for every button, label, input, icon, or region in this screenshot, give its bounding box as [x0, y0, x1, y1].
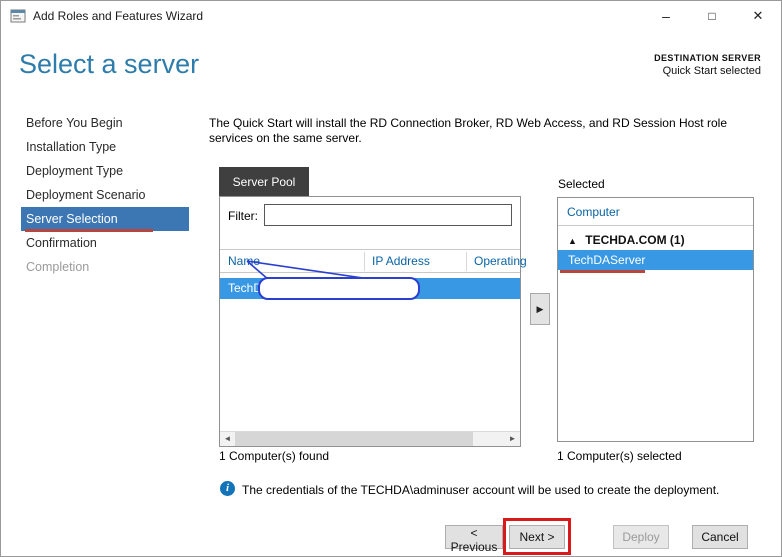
selected-server-row[interactable]: TechDAServer	[558, 250, 753, 270]
sidebar-item-deployment-scenario[interactable]: Deployment Scenario	[21, 183, 189, 207]
scrollbar-thumb[interactable]	[235, 432, 473, 446]
scroll-left-icon[interactable]: ◄	[220, 432, 235, 446]
selected-pane-label: Selected	[558, 177, 605, 191]
window-title: Add Roles and Features Wizard	[33, 9, 204, 23]
sidebar-item-confirmation[interactable]: Confirmation	[21, 231, 189, 255]
sidebar-item-server-selection[interactable]: Server Selection	[21, 207, 189, 231]
previous-button[interactable]: < Previous	[445, 525, 503, 554]
cancel-button[interactable]: Cancel	[692, 525, 748, 549]
sidebar-item-deployment-type[interactable]: Deployment Type	[21, 159, 189, 183]
column-separator	[466, 252, 467, 271]
column-header-ip-address[interactable]: IP Address	[372, 254, 430, 268]
sidebar-item-installation-type[interactable]: Installation Type	[21, 135, 189, 159]
page-title: Select a server	[19, 49, 200, 79]
filter-label: Filter:	[228, 209, 258, 223]
title-bar: Add Roles and Features Wizard – □ ✕	[1, 1, 781, 31]
close-icon[interactable]: ✕	[735, 1, 781, 31]
destination-server-value: Quick Start selected	[662, 65, 761, 77]
tree-group-label: TECHDA.COM (1)	[585, 233, 685, 247]
divider	[558, 225, 753, 226]
info-icon: i	[220, 481, 235, 496]
table-row-server[interactable]: TechDASe	[220, 278, 520, 299]
wizard-window-icon	[10, 8, 26, 24]
computers-found-text: 1 Computer(s) found	[219, 449, 330, 463]
right-arrow-icon: ▶	[536, 303, 544, 314]
wizard-window: Add Roles and Features Wizard – □ ✕ Sele…	[0, 0, 782, 557]
sidebar-item-completion: Completion	[26, 260, 90, 274]
deploy-button: Deploy	[613, 525, 669, 549]
minimize-icon[interactable]: –	[643, 1, 689, 31]
horizontal-scrollbar[interactable]: ◄ ►	[220, 431, 520, 446]
selected-computers-panel: Computer ▲ TECHDA.COM (1) TechDAServer	[557, 197, 754, 442]
column-header-name[interactable]: Name	[228, 254, 260, 268]
column-header-operating-system[interactable]: Operating	[474, 254, 527, 268]
tree-group-techda-com[interactable]: ▲ TECHDA.COM (1)	[568, 233, 685, 247]
tab-server-pool[interactable]: Server Pool	[219, 167, 309, 197]
credentials-info-text: The credentials of the TECHDA\adminuser …	[242, 483, 720, 497]
destination-server-label: DESTINATION SERVER	[654, 53, 761, 63]
page-description: The Quick Start will install the RD Conn…	[209, 116, 727, 145]
server-pool-panel: Filter: Name IP Address Operating TechDA…	[219, 196, 527, 447]
filter-input[interactable]	[264, 204, 512, 226]
tree-expanded-icon: ▲	[568, 236, 577, 246]
maximize-icon[interactable]: □	[689, 1, 735, 31]
computers-selected-text: 1 Computer(s) selected	[557, 449, 682, 463]
sidebar-item-before-you-begin[interactable]: Before You Begin	[21, 111, 189, 135]
next-button[interactable]: Next >	[509, 525, 565, 549]
column-separator	[364, 252, 365, 271]
add-server-button[interactable]: ▶	[530, 293, 550, 325]
scroll-right-icon[interactable]: ►	[505, 432, 520, 446]
wizard-steps-nav: Before You Begin Installation Type Deplo…	[21, 111, 189, 279]
computer-column-header[interactable]: Computer	[567, 205, 620, 219]
destination-server-block: DESTINATION SERVER Quick Start selected	[654, 53, 761, 77]
server-table-header: Name IP Address Operating	[220, 249, 527, 273]
